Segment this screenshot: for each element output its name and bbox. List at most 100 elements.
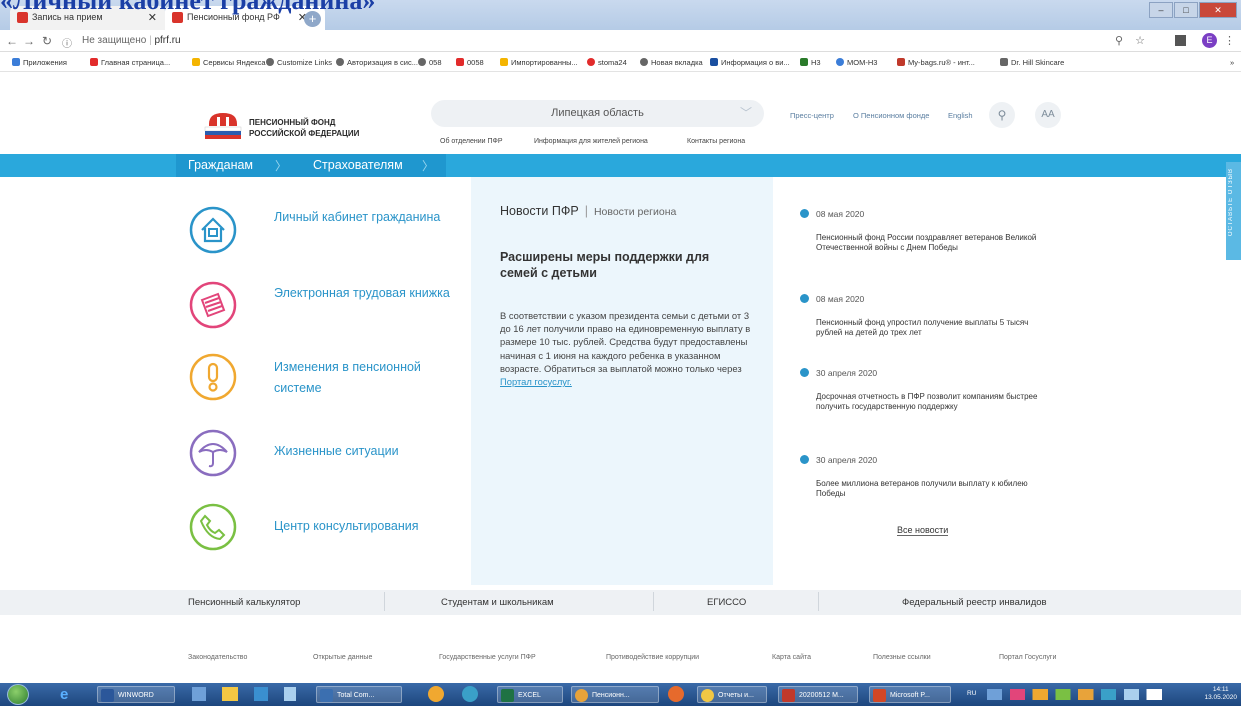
taskbar-total-commander[interactable]: Total Com...: [316, 686, 402, 703]
close-window-icon[interactable]: ✕: [1199, 2, 1237, 18]
footer-useful-links[interactable]: Полезные ссылки: [873, 654, 931, 661]
bookmark-n3[interactable]: Н3: [800, 58, 821, 67]
overlay-title: «Личный кабинет гражданина»: [0, 0, 376, 15]
not-secure-label: Не защищено: [82, 35, 147, 46]
gosuslugi-link[interactable]: Портал госуслуг.: [500, 376, 572, 387]
taskbar-label: Microsoft P...: [890, 692, 930, 699]
search-icon[interactable]: ⚲: [989, 102, 1015, 128]
bookmark-yandex[interactable]: Главная страница...: [90, 58, 170, 67]
taskbar-excel[interactable]: EXCEL: [497, 686, 563, 703]
taskbar-pdf[interactable]: 20200512 M...: [778, 686, 858, 703]
feedback-tab[interactable]: ОСТАВЬТЕ ОТЗЫВ: [1226, 162, 1241, 260]
footer-anticorruption[interactable]: Противодействие коррупции: [606, 654, 699, 661]
pfr-logo-icon[interactable]: [203, 110, 243, 140]
bookmarks-more[interactable]: »: [1230, 58, 1234, 67]
footer-pension-calculator[interactable]: Пенсионный калькулятор: [188, 597, 300, 608]
clock[interactable]: 14:11 13.05.2020: [1204, 686, 1237, 702]
footer-disabled-registry[interactable]: Федеральный реестр инвалидов: [902, 597, 1047, 608]
tray-icons[interactable]: [987, 689, 1177, 700]
tab-pfr-news[interactable]: Новости ПФР: [500, 204, 579, 218]
reload-icon[interactable]: ↻: [42, 34, 52, 48]
taskbar-reports[interactable]: Отчеты и...: [697, 686, 767, 703]
folder-icon[interactable]: [222, 687, 238, 701]
tab-region-news[interactable]: Новости региона: [594, 206, 676, 218]
subnav-region-info[interactable]: Информация для жителей региона: [534, 138, 648, 145]
topnav-english[interactable]: English: [948, 111, 973, 120]
taskbar-app-icon[interactable]: [428, 686, 444, 702]
stoma-icon: [587, 58, 595, 66]
bookmark-mom-n3[interactable]: МОМ-Н3: [836, 58, 877, 67]
menu-electronic-workbook[interactable]: Электронная трудовая книжка: [274, 283, 454, 304]
bookmark-new-tab[interactable]: Новая вкладка: [640, 58, 703, 67]
taskbar-app-icon[interactable]: [284, 687, 296, 701]
pfr-logo-text[interactable]: ПЕНСИОННЫЙ ФОНД РОССИЙСКОЙ ФЕДЕРАЦИИ: [249, 117, 359, 139]
umbrella-icon[interactable]: [188, 428, 238, 478]
exclamation-icon[interactable]: [188, 352, 238, 402]
phone-icon[interactable]: [188, 502, 238, 552]
taskbar-powerpoint[interactable]: Microsoft P...: [869, 686, 951, 703]
info-icon[interactable]: ⓘ: [62, 35, 72, 50]
subnav-about-branch[interactable]: Об отделении ПФР: [440, 138, 503, 145]
minimize-icon[interactable]: –: [1149, 2, 1173, 18]
news-item[interactable]: 08 мая 2020 Пенсионный фонд России поздр…: [800, 209, 1050, 252]
bookmark-058[interactable]: 058: [418, 58, 442, 67]
font-size-button[interactable]: AA: [1035, 102, 1061, 128]
forward-icon[interactable]: →: [23, 34, 35, 48]
extension-icon[interactable]: [1175, 35, 1186, 46]
back-icon[interactable]: ←: [6, 34, 18, 48]
nav-insurers[interactable]: Страхователям: [313, 158, 403, 172]
news-item[interactable]: 08 мая 2020 Пенсионный фонд упростил пол…: [800, 294, 1050, 337]
featured-news-title[interactable]: Расширены меры поддержки для семей с дет…: [500, 249, 740, 281]
nav-citizens[interactable]: Гражданам: [188, 158, 253, 172]
subnav-region-contacts[interactable]: Контакты региона: [687, 138, 745, 145]
bookmark-stoma24[interactable]: stoma24: [587, 58, 627, 67]
house-icon[interactable]: [188, 205, 238, 255]
bookmark-0058[interactable]: 0058: [456, 58, 484, 67]
book-icon[interactable]: [188, 280, 238, 330]
zoom-icon[interactable]: ⚲: [1115, 34, 1123, 47]
news-item[interactable]: 30 апреля 2020 Более миллиона ветеранов …: [800, 455, 1050, 498]
profile-avatar[interactable]: E: [1202, 33, 1217, 48]
region-select[interactable]: Липецкая область ﹀: [431, 100, 764, 127]
internet-explorer-icon[interactable]: e: [60, 686, 78, 703]
firefox-icon[interactable]: [668, 686, 684, 702]
bookmark-info[interactable]: Информация о ви...: [710, 58, 790, 67]
taskbar: e WINWORD Total Com... EXCEL Пенсионн...…: [0, 683, 1241, 706]
bookmark-dr-hill[interactable]: Dr. Hill Skincare: [1000, 58, 1064, 67]
star-icon[interactable]: ☆: [1135, 34, 1145, 47]
bookmark-apps[interactable]: Приложения: [12, 58, 67, 67]
bookmark-auth[interactable]: Авторизация в сис...: [336, 58, 418, 67]
menu-consult-center[interactable]: Центр консультирования: [274, 516, 454, 537]
language-indicator[interactable]: RU: [967, 690, 976, 697]
bookmark-customize[interactable]: Customize Links: [266, 58, 332, 67]
maximize-icon[interactable]: □: [1174, 2, 1198, 18]
footer-sitemap[interactable]: Карта сайта: [772, 654, 811, 661]
bookmark-my-bags[interactable]: My-bags.ru® - инт...: [897, 58, 975, 67]
taskbar-app-icon[interactable]: [254, 687, 268, 701]
taskbar-app-icon[interactable]: [192, 687, 206, 701]
taskbar-app-icon[interactable]: [462, 686, 478, 702]
all-news-link[interactable]: Все новости: [897, 525, 949, 536]
footer-students[interactable]: Студентам и школьникам: [441, 597, 554, 608]
chevron-right-icon: 〉: [422, 159, 435, 173]
folder-icon: [192, 58, 200, 66]
menu-life-situations[interactable]: Жизненные ситуации: [274, 441, 454, 462]
start-button[interactable]: [7, 684, 29, 705]
topnav-press-center[interactable]: Пресс-центр: [790, 111, 834, 120]
footer-open-data[interactable]: Открытые данные: [313, 654, 372, 661]
footer-gov-services[interactable]: Государственные услуги ПФР: [439, 654, 536, 661]
menu-personal-account[interactable]: Личный кабинет гражданина: [274, 207, 454, 228]
footer-egisso[interactable]: ЕГИССО: [707, 597, 746, 608]
taskbar-label: 20200512 M...: [799, 692, 844, 699]
footer-gosuslugi-portal[interactable]: Портал Госуслуги: [999, 654, 1056, 661]
topnav-about-fund[interactable]: О Пенсионном фонде: [853, 111, 929, 120]
menu-dots-icon[interactable]: ⋮: [1224, 34, 1235, 47]
url-field[interactable]: Не защищено | pfrf.ru: [82, 35, 181, 46]
bookmark-yandex-services[interactable]: Сервисы Яндекса: [192, 58, 266, 67]
news-item[interactable]: 30 апреля 2020 Досрочная отчетность в ПФ…: [800, 368, 1050, 411]
footer-legislation[interactable]: Законодательство: [188, 654, 247, 661]
menu-pension-changes[interactable]: Изменения в пенсионной системе: [274, 357, 454, 399]
taskbar-chrome-pfr[interactable]: Пенсионн...: [571, 686, 659, 703]
taskbar-winword[interactable]: WINWORD: [97, 686, 175, 703]
bookmark-imported[interactable]: Импортированны...: [500, 58, 578, 67]
